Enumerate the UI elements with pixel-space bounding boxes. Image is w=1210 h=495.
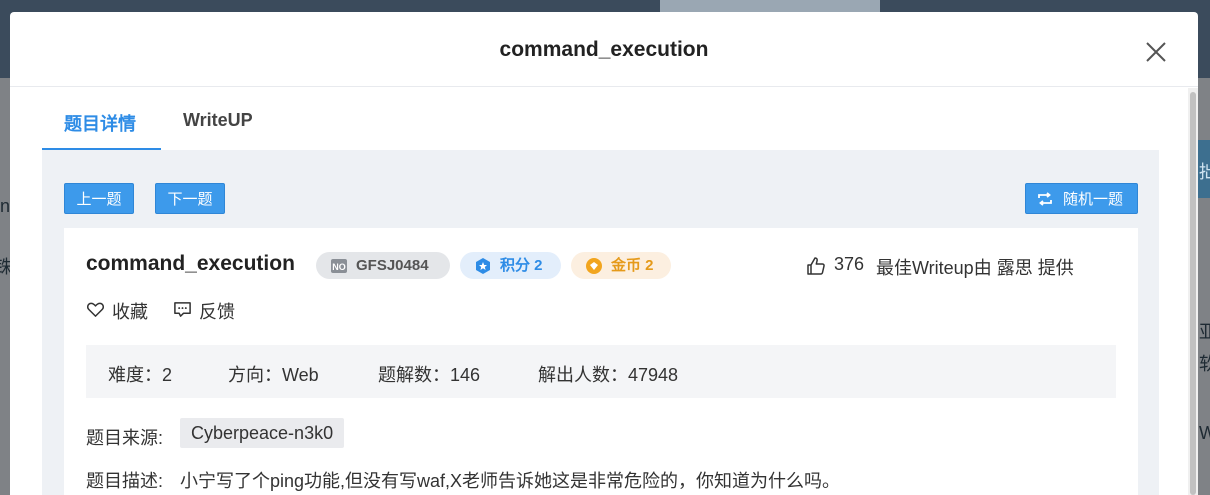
background-text: 亚 bbox=[1199, 322, 1210, 342]
background-text: 软 bbox=[1199, 354, 1210, 374]
score-badge: 积分 2 bbox=[460, 252, 561, 279]
shuffle-icon bbox=[1038, 192, 1052, 206]
feedback-icon bbox=[174, 302, 191, 317]
scrollbar-thumb[interactable] bbox=[1190, 92, 1196, 495]
previous-challenge-button[interactable]: 上一题 bbox=[64, 183, 134, 214]
background-text: W bbox=[1199, 423, 1210, 443]
likes-count: 376 bbox=[834, 254, 865, 274]
favorite-label: 收藏 bbox=[112, 302, 148, 322]
modal-header: command_execution bbox=[10, 12, 1198, 87]
challenge-title: command_execution bbox=[86, 252, 295, 275]
heart-icon bbox=[86, 302, 105, 317]
challenge-id: GFSJ0484 bbox=[356, 257, 429, 274]
background-left-strip: n 铢 bbox=[0, 78, 12, 495]
tab-writeup[interactable]: WriteUP bbox=[183, 110, 253, 131]
tab-bar: 题目详情 WriteUP bbox=[42, 102, 1162, 152]
close-icon[interactable] bbox=[1144, 40, 1168, 64]
challenge-panel: 上一题 下一题 随机一题 command_execution NO GFSJ04… bbox=[42, 150, 1159, 495]
solver-count-stat: 解出人数：47948 bbox=[538, 365, 679, 385]
random-challenge-button[interactable]: 随机一题 bbox=[1025, 183, 1138, 214]
best-writeup-credit[interactable]: 最佳Writeup由 露思 提供 bbox=[876, 254, 1074, 280]
coin-icon bbox=[586, 258, 602, 274]
writeup-count-stat: 题解数：146 bbox=[378, 365, 481, 385]
thumbs-up-icon[interactable] bbox=[806, 256, 826, 276]
next-challenge-button[interactable]: 下一题 bbox=[155, 183, 225, 214]
background-text: n bbox=[0, 196, 11, 216]
source-tag: Cyberpeace-n3k0 bbox=[180, 418, 345, 448]
challenge-card: command_execution NO GFSJ0484 积分 2 金币 2 … bbox=[64, 228, 1138, 495]
direction-stat: 方向：Web bbox=[228, 365, 319, 385]
background-text: 拙 bbox=[1199, 162, 1210, 182]
challenge-id-badge: NO GFSJ0484 bbox=[316, 252, 450, 279]
modal-title: command_execution bbox=[499, 38, 709, 61]
score-value: 积分 2 bbox=[500, 257, 543, 274]
score-icon bbox=[476, 258, 490, 274]
tab-challenge-details[interactable]: 题目详情 bbox=[64, 110, 136, 136]
background-block: 拙 bbox=[1198, 140, 1210, 198]
feedback-label: 反馈 bbox=[199, 302, 235, 322]
coin-badge: 金币 2 bbox=[571, 252, 671, 279]
coin-value: 金币 2 bbox=[611, 257, 654, 274]
difficulty-stat: 难度：2 bbox=[108, 365, 173, 385]
background-right-strip: 拙 亚 软 W bbox=[1198, 78, 1210, 495]
source-label: 题目来源: bbox=[86, 428, 164, 448]
stats-bar: 难度：2 方向：Web 题解数：146 解出人数：47948 bbox=[86, 345, 1116, 398]
svg-text:NO: NO bbox=[332, 262, 346, 272]
random-challenge-label: 随机一题 bbox=[1063, 191, 1124, 208]
background-banner bbox=[660, 0, 880, 12]
challenge-modal: command_execution 题目详情 WriteUP 上一题 下一题 随… bbox=[10, 12, 1198, 495]
id-icon: NO bbox=[331, 259, 347, 273]
challenge-description: 小宁写了个ping功能,但没有写waf,X老师告诉她这是非常危险的，你知道为什么… bbox=[180, 471, 841, 491]
description-label: 题目描述: bbox=[86, 471, 164, 491]
